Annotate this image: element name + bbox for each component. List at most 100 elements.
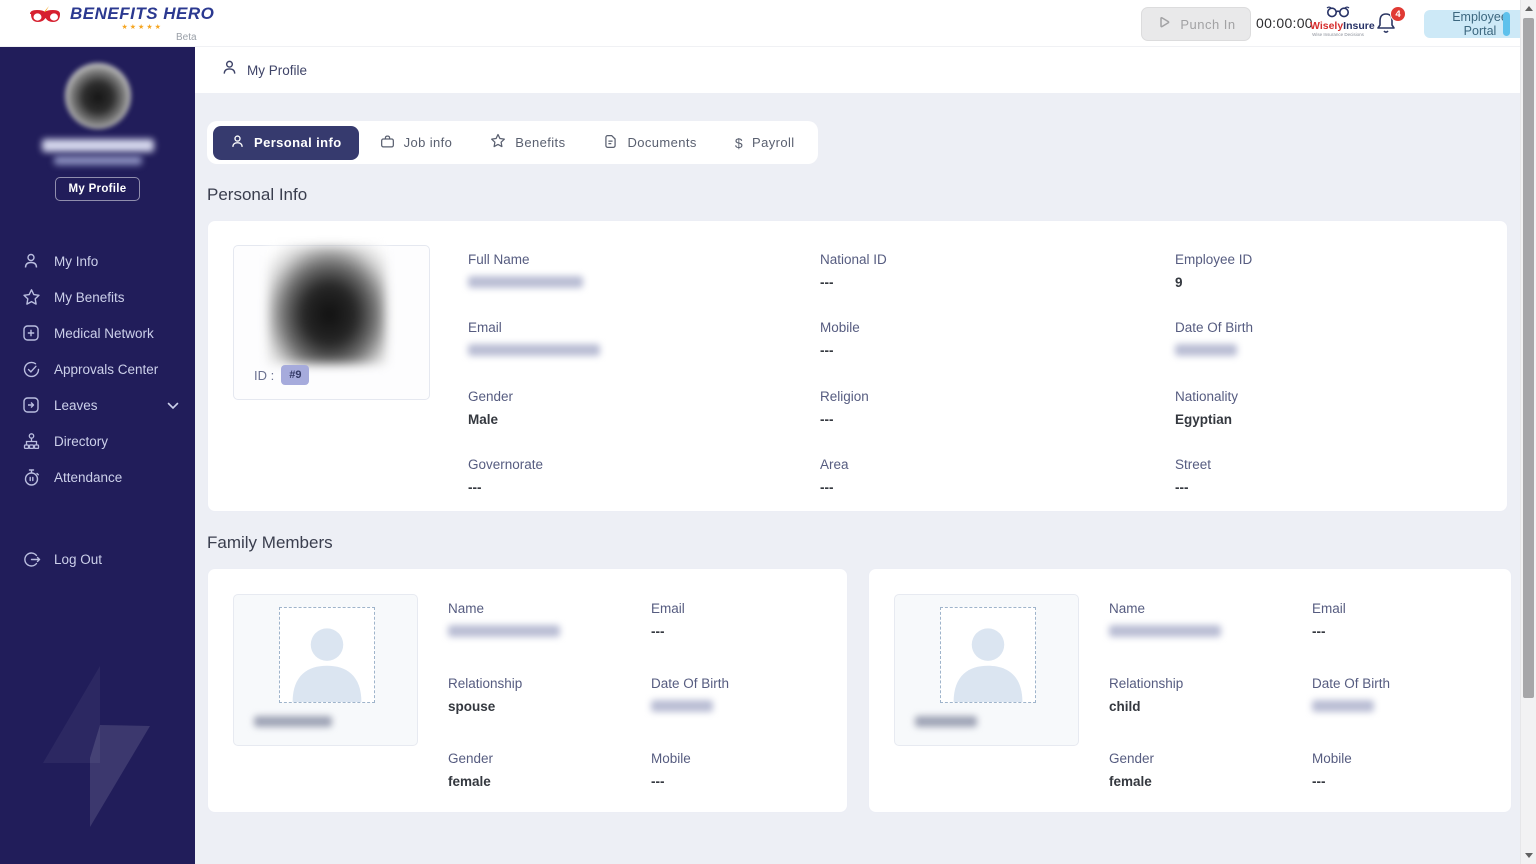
family-member-card: Name Email --- Relationship spouse Date …: [207, 568, 848, 813]
member-photo-placeholder: [940, 607, 1036, 703]
star-icon: [21, 287, 41, 307]
employee-photo-box: ID : #9: [233, 245, 430, 400]
sidebar: My Profile My Info My Benefits Medical N…: [0, 47, 195, 864]
user-name-redacted: [41, 139, 154, 152]
dollar-icon: $: [734, 134, 744, 151]
portal-accent-bar: [1503, 12, 1510, 36]
breadcrumb: My Profile: [195, 47, 1520, 93]
field-nationality: Nationality Egyptian: [1175, 388, 1239, 427]
tab-benefits[interactable]: Benefits: [473, 125, 582, 160]
tab-documents[interactable]: Documents: [586, 126, 713, 160]
field-date-of-birth: Date Of Birth: [1175, 320, 1507, 374]
member-name-caption-redacted: [254, 716, 332, 727]
stopwatch-icon: [21, 467, 41, 487]
field-street: Street ---: [1175, 456, 1212, 495]
work-timer: 00:00:00: [1256, 15, 1313, 31]
member-dob-redacted: [651, 700, 713, 712]
tab-personal-info[interactable]: Personal info: [213, 125, 359, 160]
field-full-name: Full Name: [468, 252, 820, 306]
sidebar-item-directory[interactable]: Directory: [0, 423, 195, 459]
field-member-email: Email ---: [651, 601, 685, 639]
email-redacted: [468, 344, 600, 357]
play-icon: [1156, 15, 1172, 34]
person-silhouette-icon: [292, 628, 362, 702]
field-member-dob: Date Of Birth: [1312, 676, 1511, 737]
tab-payroll[interactable]: $ Payroll: [718, 127, 812, 159]
sidebar-item-log-out[interactable]: Log Out: [0, 541, 195, 577]
family-members-heading: Family Members: [207, 533, 333, 552]
user-icon: [21, 251, 41, 271]
member-photo-box: [894, 594, 1079, 746]
wisely-tagline: Wise Insurance Decisions: [1312, 32, 1364, 37]
field-national-id: National ID ---: [820, 252, 887, 290]
top-header: BENEFITS HERO ★★★★★ Beta Punch In 00:00:…: [0, 0, 1536, 47]
member-name-redacted: [448, 625, 560, 637]
check-circle-icon: [21, 359, 41, 379]
notifications-button[interactable]: 4: [1374, 6, 1406, 40]
sidebar-item-attendance[interactable]: Attendance: [0, 459, 195, 495]
brand-name: BENEFITS HERO: [70, 4, 215, 23]
briefcase-icon: [380, 134, 395, 152]
field-member-gender: Gender female: [448, 751, 494, 789]
logout-icon: [21, 549, 41, 569]
employee-id-badge: #9: [281, 365, 310, 385]
sidebar-item-my-benefits[interactable]: My Benefits: [0, 279, 195, 315]
field-member-gender: Gender female: [1109, 751, 1155, 789]
field-member-relationship: Relationship spouse: [448, 676, 523, 714]
document-icon: [603, 134, 618, 152]
vertical-scrollbar[interactable]: [1520, 0, 1536, 864]
scroll-up-arrow[interactable]: [1525, 6, 1533, 11]
tab-job-info[interactable]: Job info: [363, 126, 470, 160]
beta-label: Beta: [176, 32, 197, 43]
punch-in-button[interactable]: Punch In: [1141, 7, 1251, 41]
field-religion: Religion ---: [820, 388, 869, 427]
dob-redacted: [1175, 344, 1237, 357]
my-profile-button[interactable]: My Profile: [54, 177, 141, 201]
sidebar-item-medical-network[interactable]: Medical Network: [0, 315, 195, 351]
field-member-mobile: Mobile ---: [1312, 751, 1352, 789]
field-governorate: Governorate ---: [468, 456, 544, 495]
profile-tabs: Personal info Job info Benefits Document…: [207, 121, 818, 164]
member-name-redacted: [1109, 625, 1221, 637]
member-photo-placeholder: [279, 607, 375, 703]
sidebar-item-leaves[interactable]: Leaves: [0, 387, 195, 423]
field-member-mobile: Mobile ---: [651, 751, 691, 789]
id-label: ID :: [254, 367, 275, 383]
chevron-down-icon: [167, 398, 179, 413]
field-member-dob: Date Of Birth: [651, 676, 847, 737]
main-content: My Profile Personal info Job info Benefi…: [195, 47, 1520, 864]
field-gender: Gender Male: [468, 388, 514, 427]
user-icon: [221, 59, 238, 81]
field-area: Area ---: [820, 456, 849, 495]
org-chart-icon: [21, 431, 41, 451]
mask-logo-icon: [28, 4, 64, 33]
field-member-name: Name: [1109, 601, 1312, 662]
member-photo-box: [233, 594, 418, 746]
owl-glasses-icon: [1310, 6, 1366, 21]
user-icon: [230, 134, 245, 152]
sidebar-item-approvals-center[interactable]: Approvals Center: [0, 351, 195, 387]
field-member-email: Email ---: [1312, 601, 1346, 639]
bell-icon: [1374, 13, 1398, 40]
family-member-card: Name Email --- Relationship child Date O…: [868, 568, 1512, 813]
field-email: Email: [468, 320, 820, 374]
wisely-insure-logo: WiselyInsure Wise Insurance Decisions: [1310, 6, 1375, 38]
calendar-send-icon: [21, 395, 41, 415]
personal-info-card: ID : #9 Full Name National ID --- Employ…: [207, 220, 1508, 512]
field-member-name: Name: [448, 601, 651, 662]
personal-info-heading: Personal Info: [207, 185, 308, 204]
bolt-watermark: [43, 666, 150, 827]
star-icon: [490, 133, 506, 152]
user-subtitle-redacted: [53, 156, 142, 165]
field-mobile: Mobile ---: [820, 320, 860, 359]
member-dob-redacted: [1312, 700, 1374, 712]
scroll-down-arrow[interactable]: [1525, 853, 1533, 858]
scrollbar-thumb[interactable]: [1523, 18, 1534, 698]
employee-photo-blurred: [268, 246, 386, 364]
sidebar-item-my-info[interactable]: My Info: [0, 243, 195, 279]
person-silhouette-icon: [953, 628, 1023, 702]
breadcrumb-my-profile[interactable]: My Profile: [247, 63, 307, 78]
field-employee-id: Employee ID 9: [1175, 252, 1253, 290]
benefits-hero-logo[interactable]: BENEFITS HERO ★★★★★ Beta: [28, 4, 215, 43]
brand-stars: ★★★★★: [121, 24, 163, 31]
